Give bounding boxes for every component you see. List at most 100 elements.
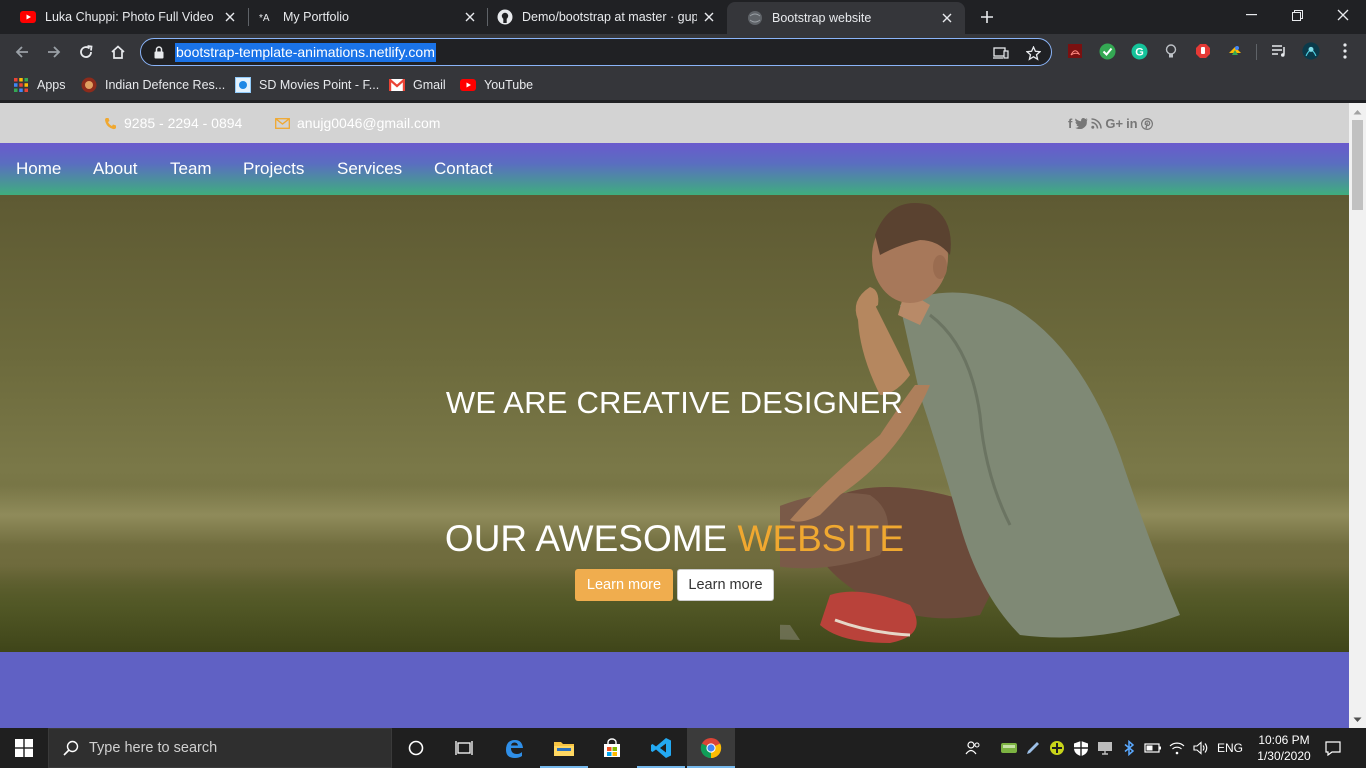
media-queue-icon[interactable]	[1270, 42, 1288, 60]
edge-icon	[506, 740, 523, 758]
search-icon	[63, 740, 79, 756]
scroll-down-arrow-icon[interactable]	[1353, 715, 1362, 724]
contact-topbar: 9285 - 2294 - 0894 anujg0046@gmail.com f…	[0, 103, 1349, 143]
learn-more-secondary-button[interactable]: Learn more	[677, 569, 774, 601]
twitter-icon[interactable]	[1075, 118, 1088, 129]
bookmark-sd-movies[interactable]: SD Movies Point - F...	[235, 75, 379, 95]
battery-icon[interactable]	[1142, 728, 1164, 768]
gmail-icon	[389, 77, 405, 93]
taskbar-store[interactable]	[588, 728, 636, 768]
page-scrollbar[interactable]	[1349, 103, 1366, 728]
adblock-icon[interactable]	[1194, 42, 1212, 60]
google-plus-icon[interactable]: G+	[1105, 116, 1123, 131]
display-icon[interactable]	[1094, 728, 1116, 768]
new-tab-button[interactable]	[976, 6, 998, 28]
back-button[interactable]	[10, 40, 34, 64]
task-view-icon	[455, 741, 473, 755]
bookmark-label: SD Movies Point - F...	[259, 78, 380, 92]
close-window-button[interactable]	[1320, 0, 1366, 30]
tray-pen-icon[interactable]	[1022, 728, 1044, 768]
bookmark-apps[interactable]: Apps	[13, 75, 66, 95]
close-tab-icon[interactable]	[939, 10, 955, 26]
tab-title: Luka Chuppi: Photo Full Video | K	[45, 10, 218, 24]
input-language[interactable]: ENG	[1214, 728, 1246, 768]
taskbar-chrome[interactable]	[687, 728, 735, 768]
bookmark-youtube[interactable]: YouTube	[460, 75, 533, 95]
bluetooth-icon[interactable]	[1118, 728, 1140, 768]
tray-security-icon[interactable]	[1046, 728, 1068, 768]
tab-strip: Luka Chuppi: Photo Full Video | K *A My …	[0, 0, 1366, 34]
close-tab-icon[interactable]	[462, 9, 478, 25]
close-tab-icon[interactable]	[701, 9, 717, 25]
nav-services[interactable]: Services	[337, 159, 402, 179]
task-view-button[interactable]	[440, 728, 488, 768]
nav-team[interactable]: Team	[170, 159, 212, 179]
forward-button[interactable]	[42, 40, 66, 64]
restore-button[interactable]	[1274, 0, 1320, 30]
scroll-up-arrow-icon[interactable]	[1353, 107, 1362, 116]
hero-subheadline-main: OUR AWESOME	[444, 518, 728, 559]
cortana-button[interactable]	[392, 728, 440, 768]
start-button[interactable]	[0, 728, 48, 768]
rss-icon[interactable]	[1091, 118, 1103, 129]
globe-icon	[747, 10, 763, 26]
check-extension-icon[interactable]	[1098, 42, 1116, 60]
windows-logo-icon	[15, 739, 33, 757]
learn-more-primary-button[interactable]: Learn more	[575, 569, 673, 601]
store-icon	[604, 738, 620, 757]
tray-app-icon[interactable]	[998, 728, 1020, 768]
url-text[interactable]: bootstrap-template-animations.netlify.co…	[175, 42, 436, 62]
colorful-extension-icon[interactable]	[1226, 42, 1244, 60]
windows-defender-icon[interactable]	[1070, 728, 1092, 768]
reload-button[interactable]	[74, 40, 98, 64]
bookmark-gmail[interactable]: Gmail	[389, 75, 446, 95]
bookmark-star-icon[interactable]	[1026, 39, 1041, 67]
nav-contact[interactable]: Contact	[434, 159, 493, 179]
minimize-button[interactable]	[1228, 0, 1274, 30]
notifications-icon[interactable]	[1322, 728, 1344, 768]
tab-my-portfolio[interactable]: *A My Portfolio	[238, 0, 488, 34]
youtube-icon	[460, 77, 476, 93]
nav-projects[interactable]: Projects	[243, 159, 304, 179]
grammarly-icon[interactable]: G	[1130, 42, 1148, 60]
taskbar-clock[interactable]: 10:06 PM 1/30/2020	[1246, 732, 1322, 764]
nav-home[interactable]: Home	[16, 159, 61, 179]
tab-bootstrap-website[interactable]: Bootstrap website	[727, 2, 965, 34]
hero-headline: WE ARE CREATIVE DESIGNER	[445, 385, 904, 420]
close-tab-icon[interactable]	[222, 9, 238, 25]
hero-person-illustration	[780, 203, 1180, 643]
taskbar-edge[interactable]	[490, 728, 538, 768]
folder-icon	[554, 742, 574, 756]
install-app-icon[interactable]	[993, 39, 1009, 67]
facebook-icon[interactable]: f	[1068, 116, 1072, 131]
svg-text:*A: *A	[259, 13, 270, 24]
scrollbar-thumb[interactable]	[1352, 120, 1363, 210]
chrome-menu-icon[interactable]	[1336, 42, 1354, 60]
bookmark-label: Indian Defence Res...	[105, 78, 226, 92]
wifi-icon[interactable]	[1166, 728, 1188, 768]
tab-github-demo[interactable]: Demo/bootstrap at master · gupt	[477, 0, 727, 34]
phone-number: 9285 - 2294 - 0894	[124, 115, 243, 131]
volume-icon[interactable]	[1190, 728, 1212, 768]
bookmark-indian-defence[interactable]: Indian Defence Res...	[81, 75, 225, 95]
address-bar[interactable]: bootstrap-template-animations.netlify.co…	[140, 38, 1052, 66]
taskbar-vscode[interactable]	[637, 728, 685, 768]
pinterest-icon[interactable]	[1140, 117, 1153, 130]
nav-about[interactable]: About	[93, 159, 137, 179]
home-button[interactable]	[106, 40, 130, 64]
tab-luka-chuppi[interactable]: Luka Chuppi: Photo Full Video | K	[0, 0, 248, 34]
linkedin-icon[interactable]: in	[1126, 116, 1138, 131]
lightbulb-extension-icon[interactable]	[1162, 42, 1180, 60]
pdf-extension-icon[interactable]	[1066, 42, 1084, 60]
people-icon[interactable]	[962, 728, 984, 768]
page-viewport: 9285 - 2294 - 0894 anujg0046@gmail.com f…	[0, 103, 1366, 728]
taskbar-search-box[interactable]: Type here to search	[48, 728, 392, 768]
profile-avatar-icon[interactable]	[1302, 42, 1320, 60]
bookmark-label: YouTube	[484, 78, 534, 92]
lock-icon[interactable]	[152, 45, 166, 59]
youtube-icon	[20, 9, 36, 25]
tab-title: Bootstrap website	[772, 11, 872, 25]
github-icon	[497, 9, 513, 25]
movies-icon	[235, 77, 251, 93]
taskbar-file-explorer[interactable]	[540, 728, 588, 768]
